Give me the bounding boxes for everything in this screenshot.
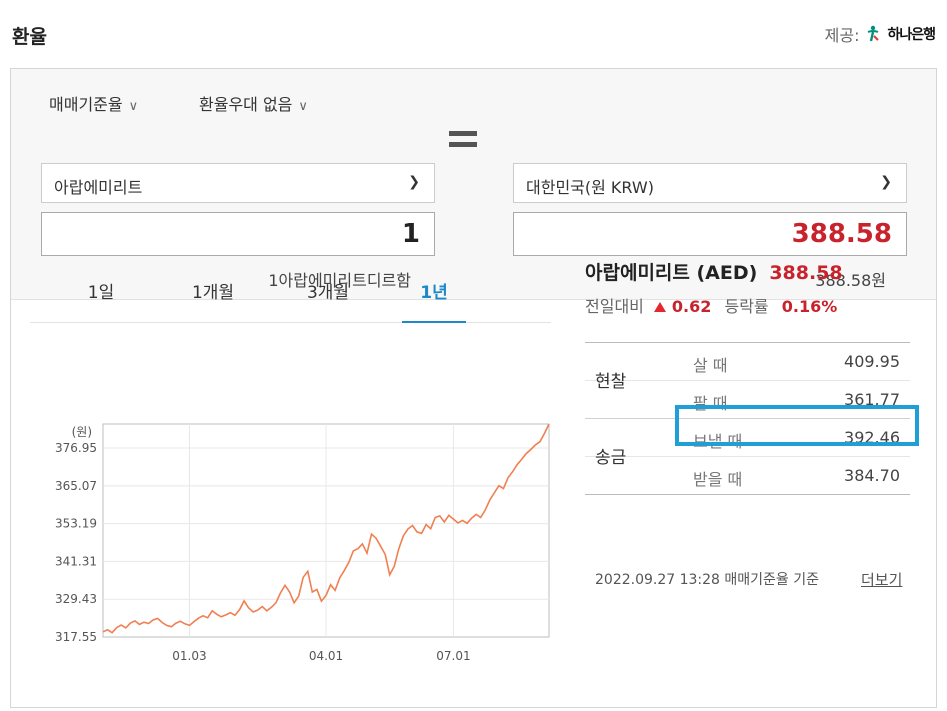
chevron-down-icon: ∨ bbox=[298, 99, 308, 114]
bank-logo-icon bbox=[868, 25, 880, 42]
currency-name: 아랍에미리트 (AED) bbox=[585, 262, 758, 284]
rate-type-dropdown[interactable]: 매매기준율 ∨ bbox=[49, 91, 138, 115]
change-label: 전일대비 bbox=[585, 297, 644, 316]
row-value: 409.95 bbox=[844, 352, 900, 371]
to-currency-select[interactable]: 대한민국(원 KRW) ❯ bbox=[513, 163, 907, 203]
y-tick-label: 365.07 bbox=[55, 479, 97, 493]
current-rate: 388.58 bbox=[769, 262, 843, 284]
provider-name: 하나은행 bbox=[887, 27, 936, 43]
change-rate-label: 등락률 bbox=[724, 297, 769, 316]
y-tick-label: 329.43 bbox=[55, 592, 97, 606]
tab-3-month[interactable]: 3개월 bbox=[278, 270, 378, 321]
tab-1-day[interactable]: 1일 bbox=[61, 270, 141, 321]
highlight-box bbox=[675, 405, 919, 446]
y-tick-label: 376.95 bbox=[55, 441, 97, 455]
page-title: 환율 bbox=[12, 26, 47, 48]
tab-1-month[interactable]: 1개월 bbox=[163, 270, 263, 321]
timestamp: 2022.09.27 13:28 매매기준율 기준 bbox=[595, 572, 820, 588]
unit-label: (원) bbox=[72, 425, 92, 439]
chevron-down-icon: ∨ bbox=[128, 99, 139, 114]
rate-chart: 317.55 329.43 341.31 353.19 365.07 376.95 01.0… bbox=[55, 423, 550, 663]
chevron-down-icon: ❯ bbox=[408, 174, 420, 190]
preferential-label: 환율우대 없음 bbox=[199, 95, 293, 114]
provider: 제공: 하나은행 bbox=[824, 22, 936, 46]
currency-info: 아랍에미리트 (AED) 388.58 전일대비 0.62 등락률 0.16% bbox=[585, 258, 910, 317]
x-tick-label: 04.01 bbox=[309, 649, 343, 663]
table-row: 현찰 살 때 409.95 bbox=[585, 343, 910, 392]
to-currency-label: 대한민국(원 KRW) bbox=[526, 178, 654, 197]
chevron-down-icon: ❯ bbox=[880, 174, 892, 190]
x-tick-label: 01.03 bbox=[172, 649, 206, 663]
from-amount-input[interactable]: 1 bbox=[41, 212, 435, 256]
row-value: 384.70 bbox=[844, 466, 900, 485]
row-label: 받을 때 bbox=[693, 470, 743, 489]
to-amount-input[interactable]: 388.58 bbox=[513, 212, 907, 256]
y-tick-label: 341.31 bbox=[55, 554, 97, 568]
up-arrow-icon bbox=[653, 302, 666, 312]
from-currency-select[interactable]: 아랍에미리트 ❯ bbox=[41, 163, 435, 203]
preferential-dropdown[interactable]: 환율우대 없음 ∨ bbox=[199, 91, 308, 115]
table-row: 받을 때 384.70 bbox=[585, 457, 910, 495]
provider-label: 제공: bbox=[824, 26, 860, 45]
x-tick-label: 07.01 bbox=[436, 649, 470, 663]
y-tick-label: 353.19 bbox=[55, 517, 97, 531]
change-rate-value: 0.16% bbox=[781, 297, 838, 316]
rate-type-label: 매매기준율 bbox=[49, 95, 123, 114]
change-value: 0.62 bbox=[671, 297, 712, 316]
tab-1-year[interactable]: 1년 bbox=[402, 270, 466, 323]
y-tick-label: 317.55 bbox=[55, 630, 97, 644]
more-link[interactable]: 더보기 bbox=[861, 569, 902, 590]
row-label: 살 때 bbox=[693, 356, 728, 375]
from-currency-label: 아랍에미리트 bbox=[54, 178, 143, 197]
equals-icon bbox=[449, 131, 477, 153]
period-tabs: 1일 1개월 3개월 1년 bbox=[30, 270, 551, 323]
options-bar: 매매기준율 ∨ 환율우대 없음 ∨ bbox=[11, 69, 936, 133]
